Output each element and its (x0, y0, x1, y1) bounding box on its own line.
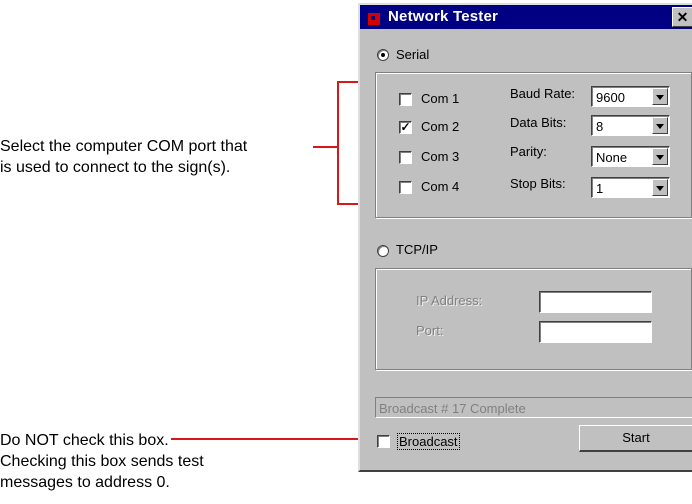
com-port-callout: Select the computer COM port that is use… (0, 136, 247, 178)
broadcast-callout-line-3: messages to address 0. (0, 474, 170, 491)
baud-rate-value: 9600 (596, 90, 625, 105)
port-label: Port: (416, 323, 444, 338)
status-field: Broadcast # 17 Complete (375, 397, 692, 418)
com-bracket-vertical (337, 81, 339, 205)
com3-checkbox[interactable] (399, 151, 412, 164)
data-bits-select[interactable]: 8 (591, 115, 670, 136)
broadcast-label[interactable]: Broadcast (397, 433, 460, 450)
com-port-callout-line-2: is used to connect to the sign(s). (0, 159, 231, 176)
tcpip-group (375, 268, 692, 370)
window-title: Network Tester (388, 8, 499, 25)
parity-select[interactable]: None (591, 146, 670, 167)
stop-bits-label: Stop Bits: (510, 176, 566, 191)
network-tester-window: Network Tester ✕ Serial Com 1 ✓ Com 2 Co… (358, 3, 692, 472)
stop-bits-value: 1 (596, 181, 604, 196)
broadcast-callout-connector (171, 438, 372, 440)
parity-label: Parity: (510, 144, 547, 159)
com-port-callout-line-1: Select the computer COM port that (0, 138, 248, 155)
baud-rate-select[interactable]: 9600 (591, 86, 670, 107)
close-button[interactable]: ✕ (672, 7, 692, 27)
app-icon (368, 13, 380, 25)
broadcast-callout-line-2: Checking this box sends test (0, 453, 204, 470)
serial-radio[interactable] (377, 49, 389, 61)
broadcast-callout-line-1: Do NOT check this box. (0, 432, 169, 449)
com4-label[interactable]: Com 4 (421, 179, 459, 194)
baud-rate-label: Baud Rate: (510, 86, 576, 101)
broadcast-checkbox[interactable] (377, 435, 390, 448)
chevron-down-icon[interactable] (652, 148, 668, 165)
chevron-down-icon[interactable] (652, 117, 668, 134)
stop-bits-select[interactable]: 1 (591, 177, 670, 198)
ip-address-input[interactable] (539, 291, 652, 313)
tcpip-radio[interactable] (377, 245, 389, 257)
com1-label[interactable]: Com 1 (421, 91, 459, 106)
tcpip-label[interactable]: TCP/IP (396, 242, 438, 257)
port-input[interactable] (539, 321, 652, 343)
com2-label[interactable]: Com 2 (421, 119, 459, 134)
start-button[interactable]: Start (579, 425, 692, 452)
chevron-down-icon[interactable] (652, 179, 668, 196)
com-callout-connector (313, 146, 338, 148)
chevron-down-icon[interactable] (652, 88, 668, 105)
parity-value: None (596, 150, 628, 165)
title-bar: Network Tester ✕ (360, 5, 692, 29)
com1-checkbox[interactable] (399, 93, 412, 106)
com3-label[interactable]: Com 3 (421, 149, 459, 164)
ip-address-label: IP Address: (416, 293, 483, 308)
com4-checkbox[interactable] (399, 181, 412, 194)
data-bits-value: 8 (596, 119, 604, 134)
com2-checkbox[interactable]: ✓ (399, 121, 412, 134)
data-bits-label: Data Bits: (510, 115, 567, 130)
serial-label[interactable]: Serial (396, 47, 429, 62)
